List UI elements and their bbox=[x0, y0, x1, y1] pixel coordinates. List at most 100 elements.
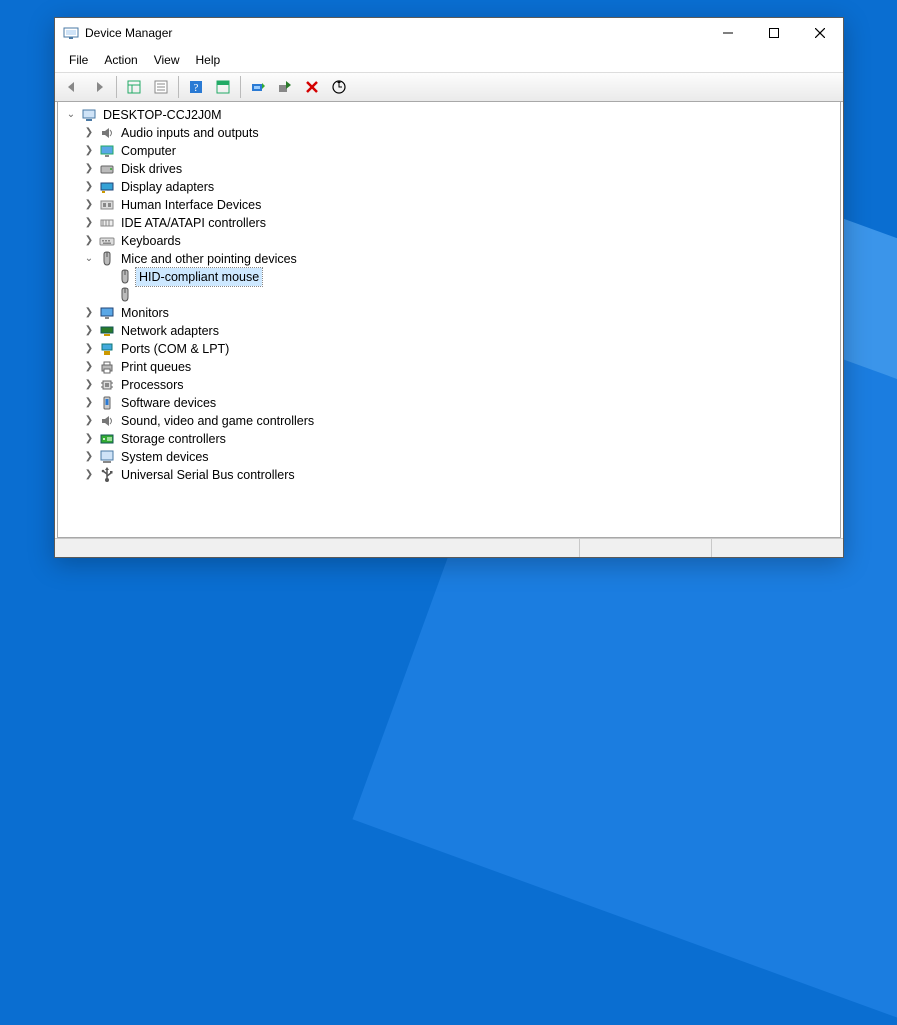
expand-icon[interactable]: ❯ bbox=[82, 432, 96, 446]
tree-item-hid-mouse[interactable]: HID-compliant mouse bbox=[58, 268, 840, 286]
computer-icon bbox=[81, 107, 97, 123]
maximize-button[interactable] bbox=[751, 18, 797, 48]
expand-icon[interactable]: ❯ bbox=[82, 468, 96, 482]
tree-item-display[interactable]: ❯ Display adapters bbox=[58, 178, 840, 196]
collapse-icon[interactable]: ⌄ bbox=[82, 252, 96, 266]
tree-label: Monitors bbox=[118, 304, 172, 322]
tree-label: Audio inputs and outputs bbox=[118, 124, 262, 142]
expand-icon[interactable]: ❯ bbox=[82, 144, 96, 158]
tree-label: Sound, video and game controllers bbox=[118, 412, 317, 430]
tree-item-network[interactable]: ❯ Network adapters bbox=[58, 322, 840, 340]
menu-help[interactable]: Help bbox=[188, 51, 229, 69]
expand-icon[interactable]: ❯ bbox=[82, 396, 96, 410]
monitor-icon bbox=[99, 305, 115, 321]
ide-icon bbox=[99, 215, 115, 231]
tree-label: Print queues bbox=[118, 358, 194, 376]
mouse-icon bbox=[117, 269, 133, 285]
toolbar-separator bbox=[116, 76, 117, 98]
tree-item-monitors[interactable]: ❯ Monitors bbox=[58, 304, 840, 322]
tree-item-print[interactable]: ❯ Print queues bbox=[58, 358, 840, 376]
tree-label: Mice and other pointing devices bbox=[118, 250, 300, 268]
toolbar: ? bbox=[55, 73, 843, 102]
expand-icon[interactable]: ❯ bbox=[82, 378, 96, 392]
expand-icon[interactable]: ❯ bbox=[82, 360, 96, 374]
help-button[interactable]: ? bbox=[183, 74, 209, 100]
tree-label: Keyboards bbox=[118, 232, 184, 250]
statusbar-pane bbox=[712, 539, 843, 557]
uninstall-device-button[interactable] bbox=[299, 74, 325, 100]
svg-text:?: ? bbox=[194, 82, 199, 94]
tree-item-storage[interactable]: ❯ Storage controllers bbox=[58, 430, 840, 448]
minimize-button[interactable] bbox=[705, 18, 751, 48]
back-button[interactable] bbox=[59, 74, 85, 100]
expand-icon[interactable]: ❯ bbox=[82, 450, 96, 464]
tree-label: Storage controllers bbox=[118, 430, 229, 448]
properties-button[interactable] bbox=[148, 74, 174, 100]
update-driver-button[interactable] bbox=[245, 74, 271, 100]
expand-icon[interactable]: ❯ bbox=[82, 324, 96, 338]
toolbar-separator bbox=[240, 76, 241, 98]
cpu-icon bbox=[99, 377, 115, 393]
expand-icon[interactable]: ❯ bbox=[82, 234, 96, 248]
titlebar[interactable]: Device Manager bbox=[55, 18, 843, 48]
keyboard-icon bbox=[99, 233, 115, 249]
tree-label: Computer bbox=[118, 142, 179, 160]
collapse-icon[interactable]: ⌄ bbox=[64, 108, 78, 122]
forward-button[interactable] bbox=[86, 74, 112, 100]
port-icon bbox=[99, 341, 115, 357]
expand-icon[interactable]: ❯ bbox=[82, 342, 96, 356]
tree-root[interactable]: ⌄ DESKTOP-CCJ2J0M bbox=[58, 106, 840, 124]
tree-item-sound[interactable]: ❯ Sound, video and game controllers bbox=[58, 412, 840, 430]
scan-hardware-button[interactable] bbox=[326, 74, 352, 100]
device-manager-window: Device Manager File Action View Help ? ⌄… bbox=[54, 17, 844, 558]
tree-label: System devices bbox=[118, 448, 212, 466]
tree-item-audio[interactable]: ❯ Audio inputs and outputs bbox=[58, 124, 840, 142]
tree-item-keyboards[interactable]: ❯ Keyboards bbox=[58, 232, 840, 250]
tree-label: Disk drives bbox=[118, 160, 185, 178]
tree-item-system[interactable]: ❯ System devices bbox=[58, 448, 840, 466]
tree-root-label: DESKTOP-CCJ2J0M bbox=[100, 106, 225, 124]
expand-icon[interactable]: ❯ bbox=[82, 162, 96, 176]
tree-item-mouse-unnamed[interactable] bbox=[58, 286, 840, 304]
tree-label: Software devices bbox=[118, 394, 219, 412]
action-pane-button[interactable] bbox=[210, 74, 236, 100]
disk-icon bbox=[99, 161, 115, 177]
software-icon bbox=[99, 395, 115, 411]
tree-item-disk[interactable]: ❯ Disk drives bbox=[58, 160, 840, 178]
tree-item-hid[interactable]: ❯ Human Interface Devices bbox=[58, 196, 840, 214]
tree-label: Network adapters bbox=[118, 322, 222, 340]
tree-item-computer[interactable]: ❯ Computer bbox=[58, 142, 840, 160]
tree-label: Display adapters bbox=[118, 178, 217, 196]
menu-action[interactable]: Action bbox=[96, 51, 145, 69]
expand-placeholder bbox=[100, 270, 114, 284]
menu-view[interactable]: View bbox=[146, 51, 188, 69]
tree-item-mice[interactable]: ⌄ Mice and other pointing devices bbox=[58, 250, 840, 268]
enable-device-button[interactable] bbox=[272, 74, 298, 100]
show-hide-tree-button[interactable] bbox=[121, 74, 147, 100]
tree-label: Universal Serial Bus controllers bbox=[118, 466, 298, 484]
mouse-icon bbox=[117, 287, 133, 303]
expand-icon[interactable]: ❯ bbox=[82, 306, 96, 320]
tree-item-ide[interactable]: ❯ IDE ATA/ATAPI controllers bbox=[58, 214, 840, 232]
hid-icon bbox=[99, 197, 115, 213]
expand-icon[interactable]: ❯ bbox=[82, 126, 96, 140]
tree-item-usb[interactable]: ❯ Universal Serial Bus controllers bbox=[58, 466, 840, 484]
device-tree[interactable]: ⌄ DESKTOP-CCJ2J0M ❯ Audio inputs and out… bbox=[57, 102, 841, 538]
speaker-icon bbox=[99, 125, 115, 141]
tree-label: HID-compliant mouse bbox=[136, 268, 262, 286]
expand-icon[interactable]: ❯ bbox=[82, 414, 96, 428]
menubar: File Action View Help bbox=[55, 48, 843, 73]
toolbar-separator bbox=[178, 76, 179, 98]
menu-file[interactable]: File bbox=[61, 51, 96, 69]
close-button[interactable] bbox=[797, 18, 843, 48]
display-adapter-icon bbox=[99, 179, 115, 195]
expand-icon[interactable]: ❯ bbox=[82, 180, 96, 194]
expand-icon[interactable]: ❯ bbox=[82, 216, 96, 230]
expand-icon[interactable]: ❯ bbox=[82, 198, 96, 212]
storage-icon bbox=[99, 431, 115, 447]
tree-item-processors[interactable]: ❯ Processors bbox=[58, 376, 840, 394]
tree-item-ports[interactable]: ❯ Ports (COM & LPT) bbox=[58, 340, 840, 358]
network-icon bbox=[99, 323, 115, 339]
tree-item-software[interactable]: ❯ Software devices bbox=[58, 394, 840, 412]
tree-label: Human Interface Devices bbox=[118, 196, 264, 214]
